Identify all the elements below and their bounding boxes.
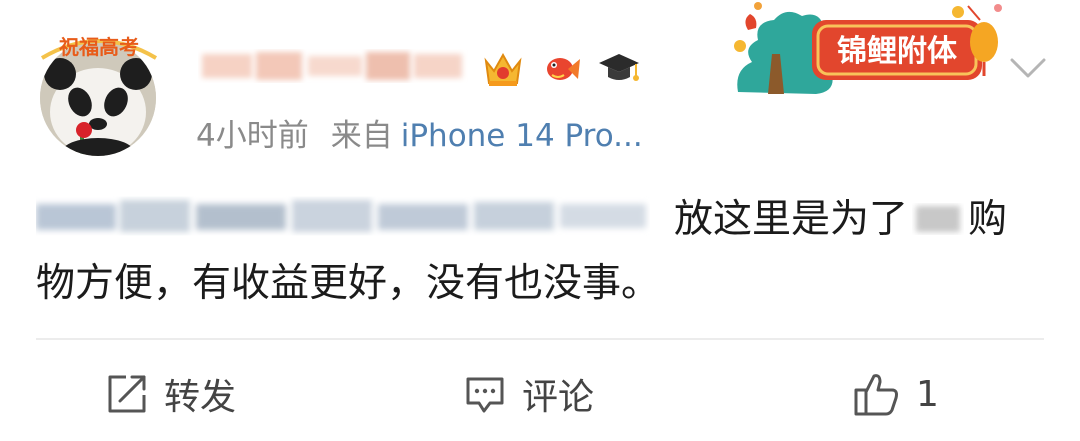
post-meta: 4小时前 来自 iPhone 14 Pro... bbox=[196, 114, 643, 158]
graduation-cap-badge-icon[interactable] bbox=[596, 45, 642, 91]
author-name-blurred[interactable] bbox=[198, 44, 468, 88]
crown-badge-icon[interactable] bbox=[480, 45, 526, 91]
user-badges bbox=[480, 42, 642, 94]
comment-button[interactable]: 评论 bbox=[462, 366, 594, 422]
post-time: 4小时前 bbox=[196, 118, 309, 154]
like-button[interactable]: 1 bbox=[852, 366, 939, 422]
avatar-badge-text: 祝福高考 bbox=[59, 35, 139, 59]
post-source-label: 来自 bbox=[330, 118, 393, 154]
thumbs-up-icon bbox=[854, 374, 898, 416]
repost-button[interactable]: 转发 bbox=[104, 366, 236, 422]
koi-pendant-decoration[interactable]: 锦鲤附体 bbox=[728, 0, 1010, 104]
repost-icon bbox=[108, 375, 146, 413]
comment-label: 评论 bbox=[522, 377, 595, 418]
comment-icon bbox=[466, 377, 504, 413]
blurred-word bbox=[916, 206, 961, 232]
action-divider bbox=[36, 338, 1044, 340]
post-text-part1: 放这里是为了 bbox=[674, 197, 909, 242]
repost-label: 转发 bbox=[164, 377, 237, 418]
avatar-frame-badge: 祝福高考 bbox=[40, 35, 158, 60]
post-content: 放这里是为了 购物方便，有收益更好，没有也没事。 bbox=[36, 188, 1046, 316]
fish-badge-icon[interactable] bbox=[538, 45, 584, 91]
more-options-chevron-down-icon[interactable] bbox=[1006, 52, 1050, 82]
author-avatar[interactable]: 祝福高考 bbox=[30, 22, 166, 158]
like-count: 1 bbox=[916, 373, 939, 415]
blurred-text-segment bbox=[36, 200, 646, 232]
post-source-device-link[interactable]: iPhone 14 Pro... bbox=[401, 118, 643, 154]
pendant-label: 锦鲤附体 bbox=[837, 34, 958, 69]
